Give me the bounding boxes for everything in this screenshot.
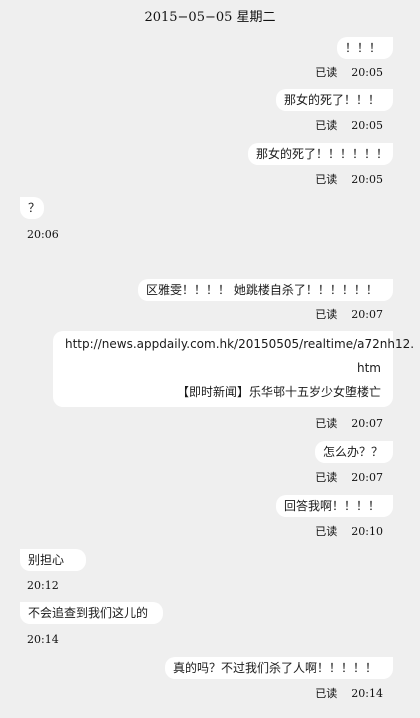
message-bubble-sent[interactable]: 那女的死了！！！ <box>276 89 393 111</box>
message-bubble-received[interactable]: 不会追查到我们这儿的 <box>20 602 163 624</box>
message-time: 20:05 <box>351 119 383 132</box>
read-receipt: 已读 <box>315 417 338 430</box>
read-receipt: 已读 <box>315 119 338 132</box>
link-url-line[interactable]: htm <box>65 356 381 380</box>
read-receipt: 已读 <box>315 687 338 700</box>
read-receipt: 已读 <box>315 308 338 321</box>
message-status: 已读 20:10 <box>315 525 383 539</box>
link-message-bubble[interactable]: http://news.appdaily.com.hk/20150505/rea… <box>53 331 414 407</box>
message-time: 20:12 <box>27 579 59 592</box>
message-bubble-sent[interactable]: ！！！ <box>337 37 393 59</box>
link-url-line[interactable]: http://news.appdaily.com.hk/20150505/rea… <box>65 332 414 356</box>
read-receipt: 已读 <box>315 66 338 79</box>
message-bubble-sent[interactable]: 那女的死了！！！！！！ <box>248 143 393 165</box>
message-time: 20:14 <box>351 687 383 700</box>
message-bubble-sent[interactable]: 区雅雯！！！！ 她跳楼自杀了！！！！！！ <box>138 279 393 301</box>
message-bubble-received[interactable]: ？ <box>20 197 44 219</box>
message-time: 20:14 <box>27 633 59 646</box>
read-receipt: 已读 <box>315 471 338 484</box>
message-status: 已读 20:05 <box>315 66 383 80</box>
message-status: 已读 20:07 <box>315 471 383 485</box>
message-time: 20:07 <box>351 471 383 484</box>
read-receipt: 已读 <box>315 173 338 186</box>
message-time: 20:07 <box>351 308 383 321</box>
message-time: 20:05 <box>351 173 383 186</box>
message-status: 已读 20:07 <box>315 308 383 322</box>
message-time: 20:07 <box>351 417 383 430</box>
read-receipt: 已读 <box>315 525 338 538</box>
message-status: 已读 20:05 <box>315 173 383 187</box>
message-time: 20:10 <box>351 525 383 538</box>
message-bubble-sent[interactable]: 怎么办？？ <box>315 441 393 463</box>
message-status: 已读 20:07 <box>315 417 383 431</box>
message-bubble-sent[interactable]: 真的吗？不过我们杀了人啊！！！！！ <box>165 657 393 679</box>
message-bubble-received[interactable]: 别担心 <box>20 549 86 571</box>
message-status: 已读 20:05 <box>315 119 383 133</box>
message-time: 20:05 <box>351 66 383 79</box>
link-title-line[interactable]: 【即时新闻】乐华邨十五岁少女堕楼亡 <box>65 380 381 404</box>
message-bubble-sent[interactable]: 回答我啊！！！！ <box>276 495 393 517</box>
message-status: 已读 20:14 <box>315 687 383 701</box>
message-time: 20:06 <box>27 228 59 241</box>
date-header: 2015−05−05 星期二 <box>144 10 276 25</box>
